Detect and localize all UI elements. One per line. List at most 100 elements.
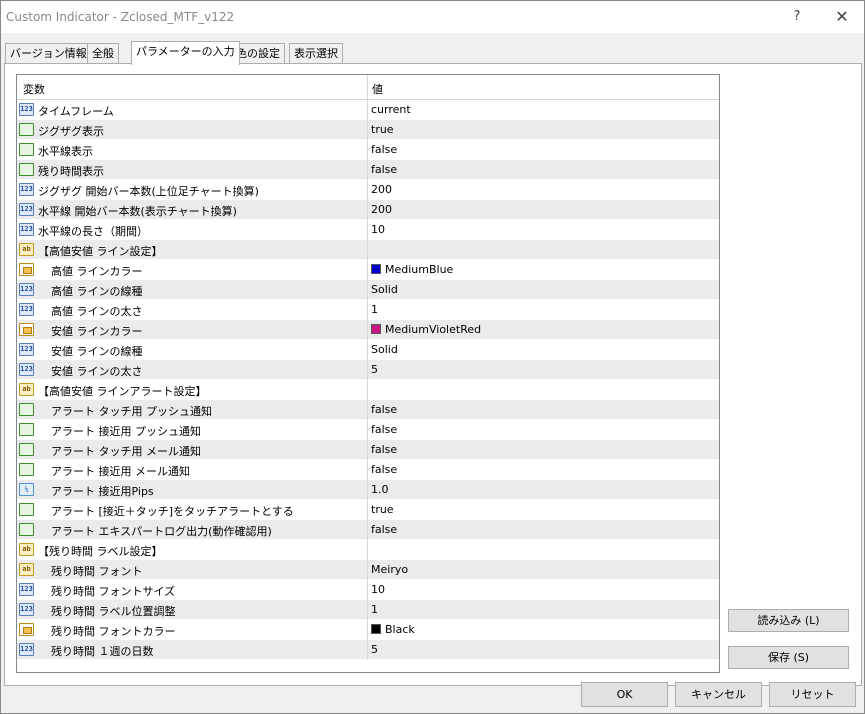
column-divider — [367, 200, 368, 220]
parameter-row[interactable]: アラート タッチ用 メール通知 false — [17, 440, 719, 460]
boolean-type-icon — [19, 403, 34, 416]
parameter-row[interactable]: 123 高値 ラインの線種 Solid — [17, 280, 719, 300]
parameter-row[interactable]: 安値 ラインカラー MediumVioletRed — [17, 320, 719, 340]
string-type-icon: ab — [19, 563, 34, 576]
parameter-value[interactable]: 200 — [371, 183, 392, 196]
load-button[interactable]: 読み込み (L) — [728, 609, 849, 632]
parameter-row[interactable]: 残り時間表示 false — [17, 160, 719, 180]
parameter-row[interactable]: 123 残り時間 フォントサイズ 10 — [17, 580, 719, 600]
integer-type-icon: 123 — [19, 603, 34, 616]
integer-type-icon: 123 — [19, 643, 34, 656]
integer-type-icon: 123 — [19, 203, 34, 216]
ok-button[interactable]: OK — [581, 682, 668, 707]
parameter-row[interactable]: ab 残り時間 フォント Meiryo — [17, 560, 719, 580]
color-type-icon — [19, 623, 34, 636]
column-divider — [367, 160, 368, 180]
parameter-row[interactable]: 残り時間 フォントカラー Black — [17, 620, 719, 640]
parameter-row[interactable]: ½ アラート 接近用Pips 1.0 — [17, 480, 719, 500]
column-divider — [367, 140, 368, 160]
parameter-value[interactable]: Black — [371, 623, 415, 636]
boolean-type-icon — [19, 523, 34, 536]
parameter-value[interactable]: Solid — [371, 343, 398, 356]
parameter-row[interactable]: アラート 接近用 メール通知 false — [17, 460, 719, 480]
color-type-icon — [19, 323, 34, 336]
parameter-row[interactable]: ab 【高値安値 ライン設定】 — [17, 240, 719, 260]
column-header-variable[interactable]: 変数 — [23, 81, 45, 97]
parameter-name: 残り時間表示 — [38, 165, 104, 178]
parameter-value-text: MediumVioletRed — [385, 323, 482, 336]
parameter-value[interactable]: false — [371, 423, 397, 436]
parameter-name: アラート タッチ用 メール通知 — [51, 445, 201, 458]
help-button[interactable]: ? — [782, 5, 812, 29]
parameter-row[interactable]: 高値 ラインカラー MediumBlue — [17, 260, 719, 280]
parameter-name: アラート [接近＋タッチ]をタッチアラートとする — [51, 505, 294, 518]
parameter-value[interactable]: 200 — [371, 203, 392, 216]
parameter-value-text: current — [371, 103, 411, 116]
parameter-name: ジグザグ 開始バー本数(上位足チャート換算) — [38, 185, 259, 198]
tab-version-info[interactable]: バージョン情報 — [5, 43, 92, 64]
parameter-value[interactable]: false — [371, 143, 397, 156]
column-divider — [367, 100, 368, 120]
parameter-row[interactable]: 123 水平線 開始バー本数(表示チャート換算) 200 — [17, 200, 719, 220]
parameter-value[interactable]: false — [371, 523, 397, 536]
parameter-value[interactable]: 1.0 — [371, 483, 389, 496]
integer-type-icon: 123 — [19, 283, 34, 296]
close-button[interactable]: ✕ — [827, 5, 857, 29]
parameter-value[interactable]: false — [371, 403, 397, 416]
reset-button[interactable]: リセット — [769, 682, 856, 707]
parameter-value[interactable]: true — [371, 503, 394, 516]
parameter-row[interactable]: アラート タッチ用 プッシュ通知 false — [17, 400, 719, 420]
column-header-value[interactable]: 値 — [372, 81, 383, 97]
parameter-value[interactable]: false — [371, 163, 397, 176]
parameter-row[interactable]: 123 水平線の長さ（期間） 10 — [17, 220, 719, 240]
cancel-button[interactable]: キャンセル — [675, 682, 762, 707]
parameter-value[interactable]: 5 — [371, 643, 378, 656]
parameter-name: 水平線表示 — [38, 145, 93, 158]
parameter-row[interactable]: 123 安値 ラインの線種 Solid — [17, 340, 719, 360]
parameter-value[interactable]: 10 — [371, 583, 385, 596]
tab-display[interactable]: 表示選択 — [289, 43, 343, 64]
parameter-name: 安値 ラインの線種 — [51, 345, 143, 358]
save-button[interactable]: 保存 (S) — [728, 646, 849, 669]
parameter-row[interactable]: 123 残り時間 ラベル位置調整 1 — [17, 600, 719, 620]
string-type-icon: ab — [19, 543, 34, 556]
parameter-value[interactable]: 10 — [371, 223, 385, 236]
parameter-value[interactable]: current — [371, 103, 411, 116]
boolean-type-icon — [19, 503, 34, 516]
parameter-value[interactable]: MediumBlue — [371, 263, 453, 276]
column-divider — [367, 600, 368, 620]
parameter-row[interactable]: アラート エキスパートログ出力(動作確認用) false — [17, 520, 719, 540]
parameter-value-text: Solid — [371, 343, 398, 356]
parameter-value[interactable]: MediumVioletRed — [371, 323, 481, 336]
parameter-value-text: 1 — [371, 303, 378, 316]
parameter-row[interactable]: 水平線表示 false — [17, 140, 719, 160]
parameter-name: 高値 ラインの太さ — [51, 305, 143, 318]
parameter-value-text: 1 — [371, 603, 378, 616]
parameter-value[interactable]: 1 — [371, 303, 378, 316]
column-divider — [367, 380, 368, 400]
parameter-row[interactable]: ab 【残り時間 ラベル設定】 — [17, 540, 719, 560]
parameter-value[interactable]: Meiryo — [371, 563, 408, 576]
parameter-row[interactable]: 123 安値 ラインの太さ 5 — [17, 360, 719, 380]
parameter-value[interactable]: 5 — [371, 363, 378, 376]
parameter-row[interactable]: 123 高値 ラインの太さ 1 — [17, 300, 719, 320]
integer-type-icon: 123 — [19, 303, 34, 316]
column-divider[interactable] — [367, 75, 368, 99]
parameter-row[interactable]: アラート 接近用 プッシュ通知 false — [17, 420, 719, 440]
tab-parameters[interactable]: パラメーターの入力 — [131, 41, 240, 65]
parameter-row[interactable]: アラート [接近＋タッチ]をタッチアラートとする true — [17, 500, 719, 520]
parameter-row[interactable]: 123 タイムフレーム current — [17, 100, 719, 120]
color-swatch — [371, 324, 381, 334]
parameter-row[interactable]: ジグザグ表示 true — [17, 120, 719, 140]
integer-type-icon: 123 — [19, 183, 34, 196]
parameter-value[interactable]: 1 — [371, 603, 378, 616]
parameter-row[interactable]: ab 【高値安値 ラインアラート設定】 — [17, 380, 719, 400]
parameter-value[interactable]: false — [371, 463, 397, 476]
parameter-value[interactable]: false — [371, 443, 397, 456]
tab-general[interactable]: 全般 — [87, 43, 119, 64]
parameter-value[interactable]: true — [371, 123, 394, 136]
parameter-row[interactable]: 123 残り時間 １週の日数 5 — [17, 640, 719, 660]
parameter-value[interactable]: Solid — [371, 283, 398, 296]
parameter-value-text: false — [371, 523, 398, 536]
parameter-row[interactable]: 123 ジグザグ 開始バー本数(上位足チャート換算) 200 — [17, 180, 719, 200]
